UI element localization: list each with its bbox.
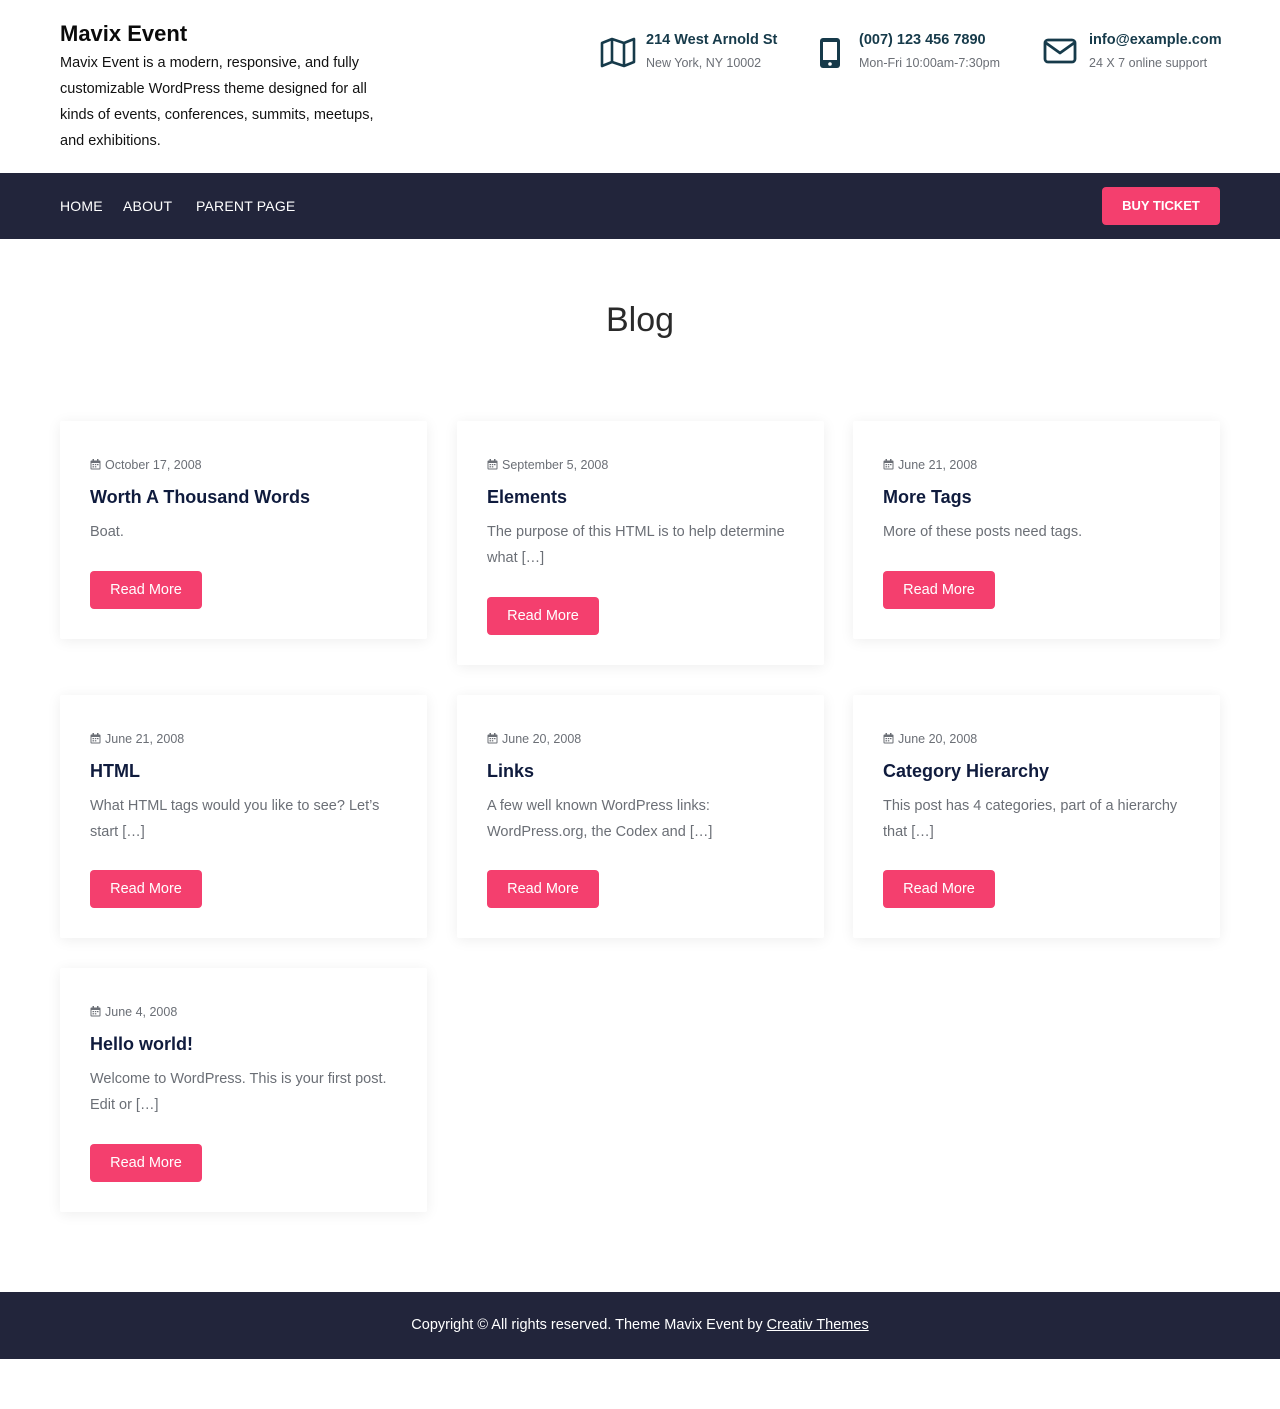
blog-post-card: October 17, 2008 Worth A Thousand Words Bo… [60, 421, 427, 639]
phone-icon [820, 38, 840, 68]
read-more-button[interactable]: Read More [883, 571, 995, 609]
creativ-themes-link[interactable]: Creativ Themes [767, 1317, 869, 1333]
post-date: June 4, 2008 [90, 1004, 177, 1020]
post-title[interactable]: Elements [487, 485, 567, 509]
calendar-icon [883, 459, 894, 470]
site-title[interactable]: Mavix Event [60, 20, 400, 48]
brand: Mavix Event Mavix Event is a modern, res… [60, 20, 400, 154]
blog-post-card: June 20, 2008 Category Hierarchy This post… [853, 695, 1220, 938]
blog-post-card: June 4, 2008 Hello world! Welcome to WordP… [60, 968, 427, 1212]
post-date: June 20, 2008 [487, 731, 581, 747]
post-title[interactable]: Worth A Thousand Words [90, 485, 310, 509]
buy-ticket-button[interactable]: BUY TICKET [1102, 187, 1220, 225]
post-excerpt: Welcome to WordPress. This is your first… [90, 1071, 387, 1113]
post-excerpt: What HTML tags would you like to see? Le… [90, 798, 380, 840]
post-title[interactable]: HTML [90, 759, 140, 783]
email-support: 24 X 7 online support [1089, 56, 1208, 70]
calendar-icon [90, 733, 101, 744]
main-navigation: HOME ABOUT PARENT PAGE BUY TICKET [0, 173, 1280, 239]
post-title[interactable]: More Tags [883, 485, 972, 509]
calendar-icon [487, 459, 498, 470]
page-title: Blog [605, 301, 675, 339]
calendar-icon [487, 733, 498, 744]
post-excerpt: More of these posts need tags. [883, 524, 1083, 540]
phone-number[interactable]: (007) 123 456 7890 [859, 30, 986, 50]
blog-post-card: June 21, 2008 More Tags More of these post… [853, 421, 1220, 639]
post-excerpt: Boat. [90, 524, 124, 540]
post-title[interactable]: Links [487, 759, 534, 783]
contact-phone: (007) 123 456 7890 Mon-Fri 10:00am-7:30p… [818, 30, 1018, 74]
calendar-icon [883, 733, 894, 744]
post-title[interactable]: Category Hierarchy [883, 759, 1049, 783]
post-date: September 5, 2008 [487, 457, 608, 473]
post-excerpt: This post has 4 categories, part of a hi… [883, 798, 1178, 840]
copyright-text: Copyright © All rights reserved. Theme M… [411, 1317, 767, 1333]
post-date: June 21, 2008 [90, 731, 184, 747]
post-title[interactable]: Hello world! [90, 1032, 193, 1056]
contact-email: info@example.com 24 X 7 online support [1043, 30, 1223, 74]
read-more-button[interactable]: Read More [883, 870, 995, 908]
contact-address: 214 West Arnold St New York, NY 10002 [600, 30, 790, 74]
post-date-text: June 21, 2008 [105, 732, 185, 746]
read-more-button[interactable]: Read More [487, 597, 599, 635]
post-date-text: June 20, 2008 [898, 732, 978, 746]
site-footer: Copyright © All rights reserved. Theme M… [0, 1292, 1280, 1359]
post-date-text: June 20, 2008 [502, 732, 582, 746]
blog-post-card: September 5, 2008 Elements The purpose of … [457, 421, 824, 665]
calendar-icon [90, 1006, 101, 1017]
nav-about[interactable]: ABOUT [123, 197, 172, 215]
nav-parent-page[interactable]: PARENT PAGE [196, 197, 295, 215]
post-excerpt: A few well known WordPress links: WordPr… [487, 798, 713, 840]
envelope-icon [1043, 38, 1077, 64]
read-more-button[interactable]: Read More [90, 870, 202, 908]
post-date-text: October 17, 2008 [105, 458, 202, 472]
calendar-icon [90, 459, 101, 470]
phone-hours: Mon-Fri 10:00am-7:30pm [859, 56, 1001, 70]
read-more-button[interactable]: Read More [90, 1144, 202, 1182]
post-date: June 20, 2008 [883, 731, 977, 747]
address-city: New York, NY 10002 [646, 56, 762, 70]
post-excerpt: The purpose of this HTML is to help dete… [487, 524, 785, 566]
nav-home[interactable]: HOME [60, 197, 103, 215]
blog-post-card: June 20, 2008 Links A few well known WordP… [457, 695, 824, 938]
read-more-button[interactable]: Read More [487, 870, 599, 908]
blog-post-card: June 21, 2008 HTML What HTML tags would yo… [60, 695, 427, 938]
address-line: 214 West Arnold St [646, 32, 778, 48]
post-date: October 17, 2008 [90, 457, 202, 473]
post-date: June 21, 2008 [883, 457, 977, 473]
post-date-text: June 4, 2008 [105, 1005, 178, 1019]
site-description: Mavix Event is a modern, responsive, and… [60, 55, 374, 149]
post-date-text: September 5, 2008 [502, 458, 609, 472]
site-header: Mavix Event Mavix Event is a modern, res… [0, 0, 1280, 173]
map-icon [600, 37, 636, 68]
read-more-button[interactable]: Read More [90, 571, 202, 609]
email-address[interactable]: info@example.com [1089, 30, 1222, 50]
post-date-text: June 21, 2008 [898, 458, 978, 472]
